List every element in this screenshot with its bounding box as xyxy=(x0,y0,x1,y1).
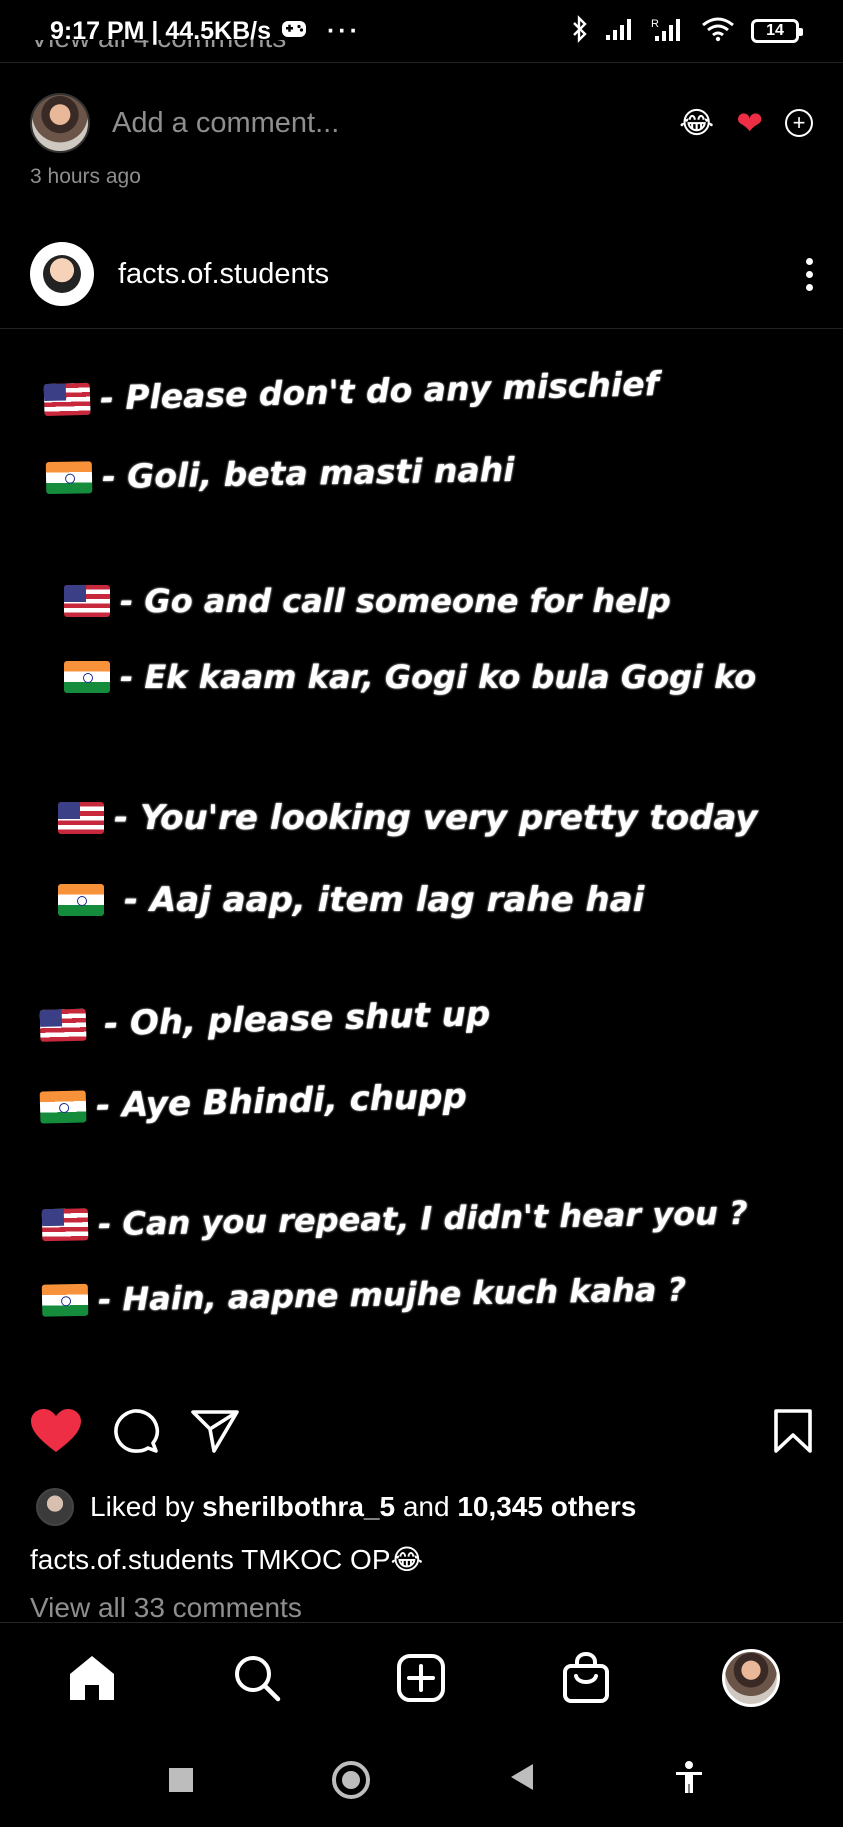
search-icon[interactable] xyxy=(212,1633,302,1723)
like-heart-icon[interactable] xyxy=(30,1408,82,1459)
post-author-avatar[interactable] xyxy=(30,242,94,306)
liked-by-and: and xyxy=(402,1491,450,1522)
liker-avatar xyxy=(36,1488,74,1526)
us-flag-icon xyxy=(58,802,104,834)
add-comment-row: Add a comment... 😂 ❤ + xyxy=(30,92,813,154)
caption-username[interactable]: facts.of.students xyxy=(30,1544,234,1575)
liked-by-user[interactable]: sherilbothra_5 xyxy=(202,1491,395,1522)
laugh-emoji-button[interactable]: 😂 xyxy=(679,106,714,141)
india-flag-icon xyxy=(39,1090,87,1124)
liked-by-prefix: Liked by xyxy=(90,1491,195,1522)
accessibility-icon[interactable] xyxy=(674,1760,704,1799)
india-flag-icon xyxy=(64,661,110,693)
post-line: - Ek kaam kar, Gogi ko bula Gogi ko xyxy=(64,658,756,696)
view-all-comments-link[interactable]: View all 33 comments xyxy=(30,1592,302,1624)
us-flag-icon xyxy=(41,1208,89,1242)
comment-icon[interactable] xyxy=(112,1407,160,1460)
previous-view-comments[interactable]: View all 4 comments xyxy=(30,40,286,60)
caption-text: TMKOC OP😂 xyxy=(241,1544,424,1575)
recents-icon[interactable] xyxy=(169,1767,194,1792)
more-options-icon[interactable] xyxy=(806,257,813,291)
battery-icon: 14 xyxy=(751,19,803,43)
profile-avatar[interactable] xyxy=(706,1633,796,1723)
back-icon[interactable] xyxy=(509,1762,535,1797)
liked-by-count[interactable]: 10,345 others xyxy=(457,1491,636,1522)
wifi-icon xyxy=(701,16,735,47)
home-icon[interactable] xyxy=(47,1633,137,1723)
post-line: - Aaj aap, item lag rahe hai xyxy=(58,880,644,920)
heart-emoji-button[interactable]: ❤ xyxy=(736,104,763,142)
post-actions xyxy=(30,1405,813,1461)
post-line: - Go and call someone for help xyxy=(64,582,671,620)
us-flag-icon xyxy=(43,382,91,416)
divider xyxy=(0,328,843,329)
post-timestamp: 3 hours ago xyxy=(30,165,141,188)
bottom-nav xyxy=(0,1622,843,1732)
signal-1-icon xyxy=(605,17,635,46)
divider xyxy=(0,62,843,63)
signal-2-icon: R xyxy=(651,16,685,47)
create-post-icon[interactable] xyxy=(376,1633,466,1723)
svg-text:R: R xyxy=(651,18,659,30)
post-image[interactable]: - Please don't do any mischief - Goli, b… xyxy=(0,330,843,1350)
add-comment-input[interactable]: Add a comment... xyxy=(112,107,339,140)
home-circle-icon[interactable] xyxy=(332,1760,371,1799)
post-username[interactable]: facts.of.students xyxy=(118,258,329,291)
post-caption: facts.of.students TMKOC OP😂 xyxy=(30,1543,423,1576)
us-flag-icon xyxy=(39,1008,87,1042)
shop-icon[interactable] xyxy=(541,1633,631,1723)
post-header: facts.of.students xyxy=(30,242,813,306)
add-emoji-icon[interactable]: + xyxy=(785,109,813,137)
my-avatar xyxy=(30,93,90,153)
bluetooth-icon xyxy=(571,14,589,48)
india-flag-icon xyxy=(58,884,104,916)
post-line: - Hain, aapne mujhe kuch kaha ? xyxy=(41,1270,686,1319)
system-nav-bar xyxy=(0,1732,843,1827)
post-line: - Please don't do any mischief xyxy=(43,364,660,419)
post-line: - Oh, please shut up xyxy=(39,994,491,1046)
post-line: - Can you repeat, I didn't hear you ? xyxy=(41,1194,748,1244)
post-line: - Aye Bhindi, chupp xyxy=(39,1076,467,1127)
india-flag-icon xyxy=(41,1283,89,1317)
more-notifications-icon: ··· xyxy=(326,16,361,45)
post-line: - Goli, beta masti nahi xyxy=(45,450,515,497)
us-flag-icon xyxy=(64,585,110,617)
likes-row[interactable]: Liked by sherilbothra_5 and 10,345 other… xyxy=(36,1488,636,1526)
india-flag-icon xyxy=(45,460,93,494)
share-icon[interactable] xyxy=(190,1408,240,1459)
bookmark-icon[interactable] xyxy=(773,1408,813,1459)
post-line: - You're looking very pretty today xyxy=(58,798,758,838)
